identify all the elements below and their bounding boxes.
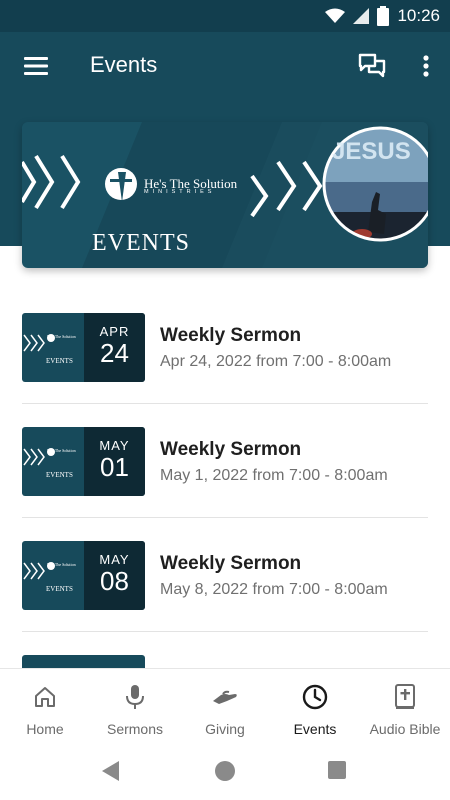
events-banner: JESUS He's The Solution MINISTRIES EVENT… <box>22 122 428 268</box>
event-date-badge: MAY 01 <box>84 427 145 496</box>
nav-label: Home <box>26 721 64 737</box>
chat-icon <box>358 53 386 78</box>
home-button[interactable] <box>215 761 235 781</box>
banner-logo-subtext: MINISTRIES <box>144 189 216 195</box>
more-vertical-icon <box>423 55 429 77</box>
battery-icon <box>377 6 390 26</box>
banner-heading: EVENTS <box>92 230 190 256</box>
chat-button[interactable] <box>352 46 392 86</box>
more-options-button[interactable] <box>410 46 442 86</box>
event-thumbnail: He's The Solution EVENTS APR 24 <box>22 313 145 382</box>
nav-item-home[interactable]: Home <box>0 669 90 744</box>
thumbnail-events-word: EVENTS <box>46 585 73 593</box>
menu-button[interactable] <box>16 46 56 86</box>
thumbnail-logo-text: He's The Solution <box>47 334 76 339</box>
event-day: 01 <box>100 452 129 482</box>
nav-label: Events <box>293 721 337 737</box>
hamburger-menu-icon <box>24 57 48 75</box>
event-time: May 1, 2022 from 7:00 - 8:00am <box>160 467 388 484</box>
thumbnail-logo-text: He's The Solution <box>47 562 76 567</box>
app-bar: Events <box>0 32 450 100</box>
status-bar: 10:26 <box>0 0 450 32</box>
nav-item-audio-bible[interactable]: Audio Bible <box>360 669 450 744</box>
event-thumbnail: He's The Solution EVENTS MAY 08 <box>22 541 145 610</box>
nav-item-events[interactable]: Events <box>270 669 360 744</box>
event-time: Apr 24, 2022 from 7:00 - 8:00am <box>160 353 392 370</box>
home-icon <box>33 683 57 711</box>
event-date-badge: APR 24 <box>84 313 145 382</box>
nav-label: Audio Bible <box>369 721 441 737</box>
thumbnail-logo-text: He's The Solution <box>47 448 76 453</box>
event-row[interactable]: He's The Solution EVENTS APR 24 Weekly S… <box>22 290 428 404</box>
bible-icon <box>394 683 416 711</box>
event-time: May 8, 2022 from 7:00 - 8:00am <box>160 581 388 598</box>
system-navigation-bar <box>0 744 450 800</box>
event-date-badge: MAY 08 <box>84 541 145 610</box>
event-month: MAY <box>99 438 130 453</box>
page-title: Events <box>90 52 158 77</box>
wifi-icon <box>325 8 346 23</box>
event-title: Weekly Sermon <box>160 439 302 460</box>
clock-icon <box>302 683 328 711</box>
event-title: Weekly Sermon <box>160 325 302 346</box>
status-icons: 10:26 <box>325 4 440 28</box>
event-month: MAY <box>99 552 130 567</box>
recent-apps-button[interactable] <box>328 761 346 779</box>
nav-label: Sermons <box>106 721 164 737</box>
giving-hand-icon <box>211 683 239 711</box>
microphone-icon <box>123 683 147 711</box>
event-thumbnail: He's The Solution EVENTS MAY 01 <box>22 427 145 496</box>
event-title: Weekly Sermon <box>160 553 302 574</box>
status-time: 10:26 <box>397 6 440 25</box>
event-month: APR <box>99 324 130 339</box>
event-row[interactable]: He's The Solution EVENTS MAY 01 Weekly S… <box>22 404 428 518</box>
event-day: 08 <box>100 566 129 596</box>
nav-label: Giving <box>205 721 245 737</box>
back-icon[interactable] <box>101 760 121 782</box>
event-day: 24 <box>100 338 129 368</box>
bottom-navigation: Home Sermons Giving Events Audio Bible <box>0 668 450 744</box>
event-row[interactable]: He's The Solution EVENTS MAY 08 Weekly S… <box>22 518 428 632</box>
thumbnail-events-word: EVENTS <box>46 357 73 365</box>
nav-item-giving[interactable]: Giving <box>180 669 270 744</box>
banner-image-word: JESUS <box>332 138 411 165</box>
nav-item-sermons[interactable]: Sermons <box>90 669 180 744</box>
signal-icon <box>353 8 370 24</box>
thumbnail-events-word: EVENTS <box>46 471 73 479</box>
